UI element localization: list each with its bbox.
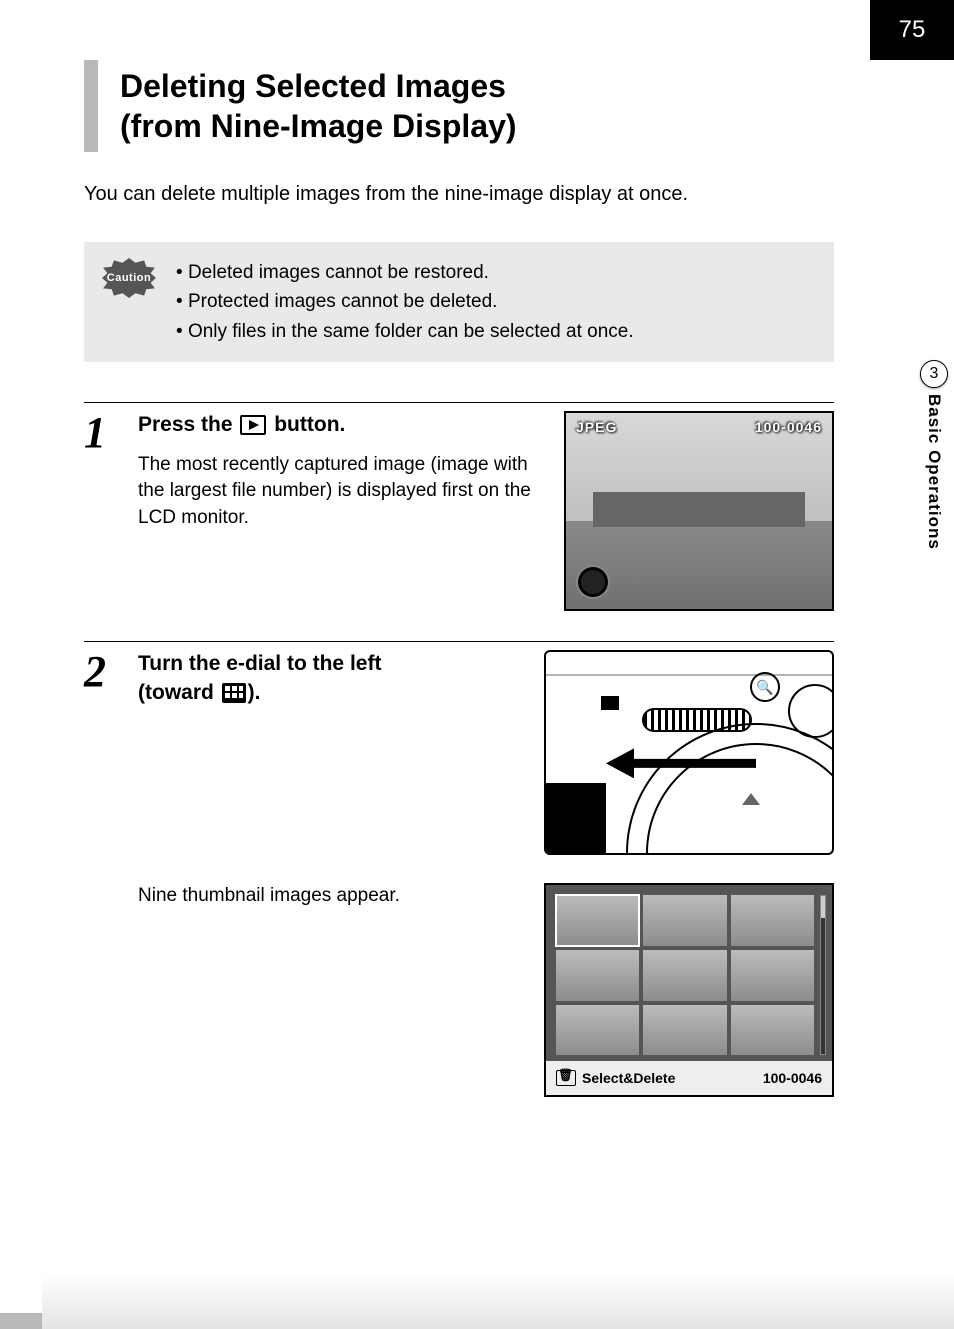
- title-accent-bar: [84, 60, 98, 152]
- lcd-format-label: JPEG: [576, 419, 617, 435]
- thumbnail-cell: [731, 950, 814, 1001]
- caution-box: Caution Deleted images cannot be restore…: [84, 242, 834, 362]
- thumbnail-grid: [556, 895, 814, 1055]
- lcd-file-number: 100-0046: [755, 419, 822, 435]
- step1-heading: Press the button.: [138, 411, 550, 439]
- dial-zoom-icon: 🔍: [750, 672, 780, 702]
- step-2: 2 Turn the e-dial to the left (toward ).: [84, 641, 834, 1097]
- section-title: Deleting Selected Images (from Nine-Imag…: [84, 60, 834, 152]
- thumbnail-cell: [556, 950, 639, 1001]
- step1-figure: JPEG 100-0046: [564, 411, 834, 611]
- select-delete-label: Select&Delete: [582, 1070, 675, 1086]
- step1-heading-suffix: button.: [268, 413, 345, 436]
- page-footer-decoration: [0, 1273, 954, 1329]
- caution-list: Deleted images cannot be restored. Prote…: [176, 258, 634, 346]
- thumbnail-cell: [643, 1005, 726, 1056]
- thumbnail-cell: [556, 1005, 639, 1056]
- step2-description-2: Nine thumbnail images appear.: [138, 883, 530, 910]
- caution-icon: Caution: [102, 258, 156, 298]
- thumbnail-file-number: 100-0046: [763, 1070, 822, 1086]
- title-text: Deleting Selected Images (from Nine-Imag…: [120, 60, 517, 152]
- step1-description: The most recently captured image (image …: [138, 452, 550, 532]
- content-area: Deleting Selected Images (from Nine-Imag…: [84, 60, 834, 1127]
- dial-grid-icon: [601, 696, 619, 710]
- up-triangle-icon: [742, 793, 760, 805]
- caution-item: Only files in the same folder can be sel…: [176, 317, 634, 346]
- chapter-tab: 3 Basic Operations: [914, 360, 954, 550]
- step1-heading-prefix: Press the: [138, 413, 238, 436]
- step2-thumbnail-figure: Select&Delete 100-0046: [544, 883, 834, 1097]
- step-number: 2: [84, 650, 120, 1097]
- manual-page: 75 3 Basic Operations Deleting Selected …: [0, 0, 954, 1329]
- step-1: 1 Press the button. The most recently ca…: [84, 402, 834, 611]
- caution-item: Deleted images cannot be restored.: [176, 258, 634, 287]
- step2-heading-line2-suffix: ).: [248, 681, 261, 704]
- title-line2: (from Nine-Image Display): [120, 108, 517, 144]
- thumbnail-cell: [731, 895, 814, 946]
- playback-icon: [240, 415, 266, 435]
- title-line1: Deleting Selected Images: [120, 68, 506, 104]
- thumbnail-cell: [643, 895, 726, 946]
- thumbnail-cell: [556, 895, 639, 946]
- step2-heading-line2-prefix: (toward: [138, 681, 220, 704]
- thumbnail-scrollbar: [820, 895, 826, 1055]
- page-number: 75: [870, 0, 954, 60]
- intro-paragraph: You can delete multiple images from the …: [84, 180, 834, 208]
- lcd-preview: JPEG 100-0046: [564, 411, 834, 611]
- thumbnail-footer: Select&Delete 100-0046: [546, 1061, 832, 1095]
- thumbnail-cell: [643, 950, 726, 1001]
- trash-icon: [556, 1070, 576, 1086]
- caution-item: Protected images cannot be deleted.: [176, 287, 634, 316]
- step2-heading-line1: Turn the e-dial to the left: [138, 652, 381, 675]
- step-number: 1: [84, 411, 120, 611]
- chapter-number: 3: [920, 360, 948, 388]
- thumbnail-cell: [731, 1005, 814, 1056]
- nine-image-display: Select&Delete 100-0046: [544, 883, 834, 1097]
- nine-grid-icon: [222, 683, 246, 703]
- chapter-label: Basic Operations: [924, 394, 944, 550]
- camera-dial-illustration: 🔍: [544, 650, 834, 855]
- step2-heading: Turn the e-dial to the left (toward ).: [138, 650, 530, 707]
- step2-dial-figure: 🔍: [544, 650, 834, 855]
